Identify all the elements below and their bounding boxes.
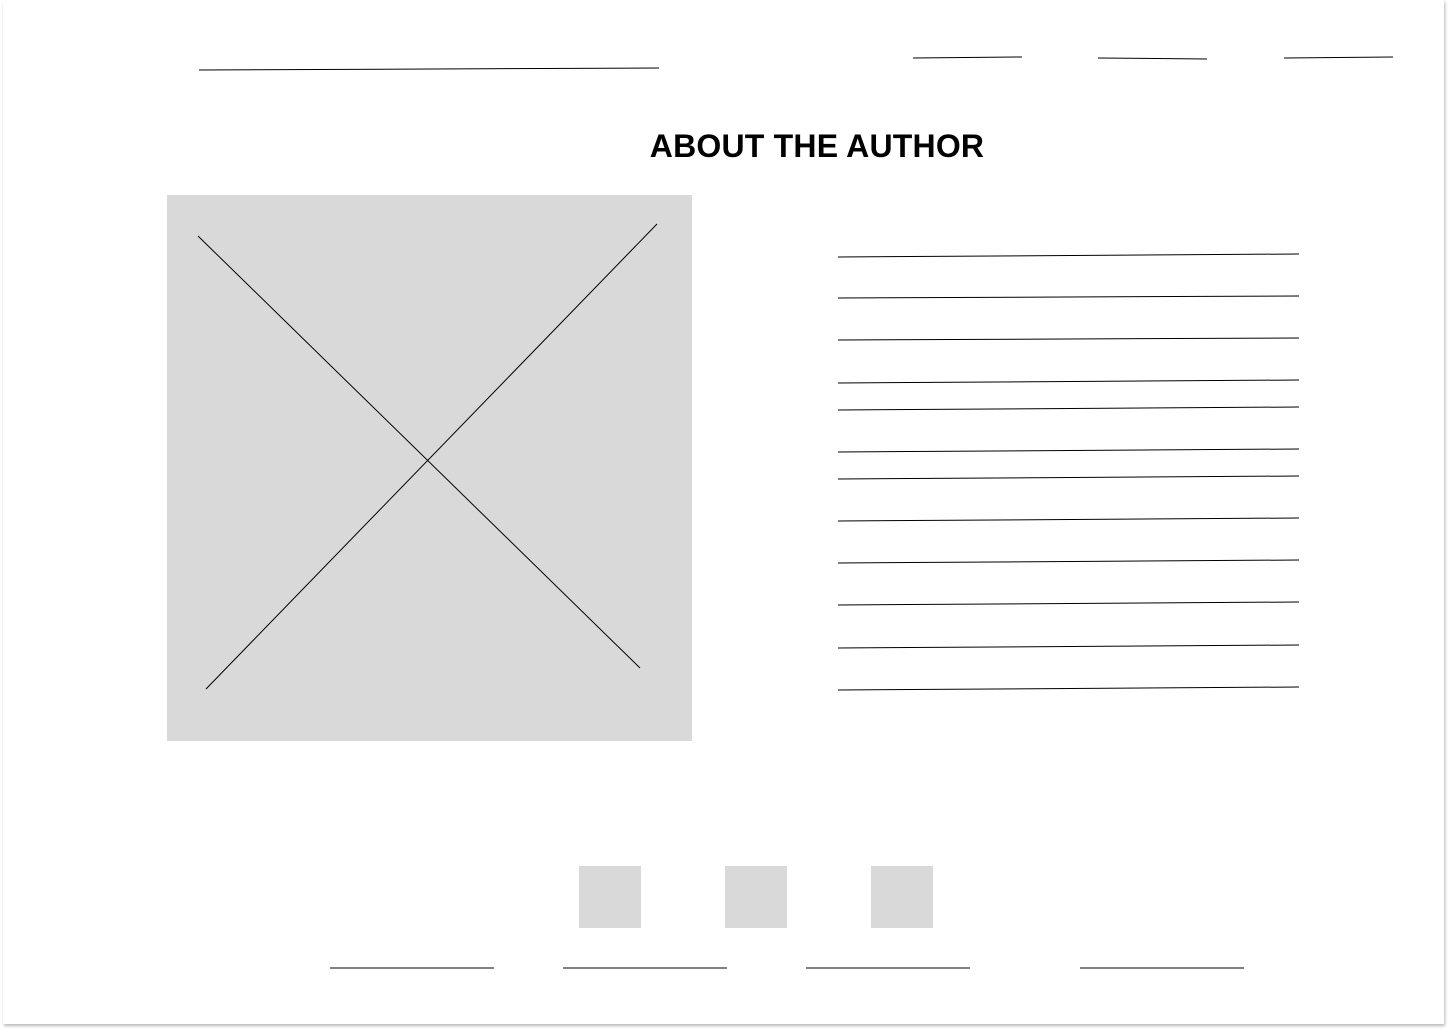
image-placeholder-cross-icon — [197, 223, 658, 690]
site-logo-placeholder[interactable] — [199, 66, 663, 72]
bio-text-lines — [838, 253, 1300, 691]
author-photo-placeholder — [167, 195, 692, 741]
social-icon-1[interactable] — [579, 866, 641, 928]
footer-link-3[interactable] — [806, 966, 972, 970]
nav-link-3[interactable] — [1284, 55, 1396, 61]
social-icon-3[interactable] — [871, 866, 933, 928]
footer-link-2[interactable] — [563, 966, 729, 970]
wireframe-page: ABOUT THE AUTHOR — [3, 0, 1444, 1024]
page-title: ABOUT THE AUTHOR — [649, 128, 985, 164]
footer-link-4[interactable] — [1080, 966, 1246, 970]
social-icon-2[interactable] — [725, 866, 787, 928]
nav-link-1[interactable] — [913, 55, 1025, 61]
footer-link-1[interactable] — [330, 966, 496, 970]
nav-link-2[interactable] — [1098, 56, 1210, 62]
